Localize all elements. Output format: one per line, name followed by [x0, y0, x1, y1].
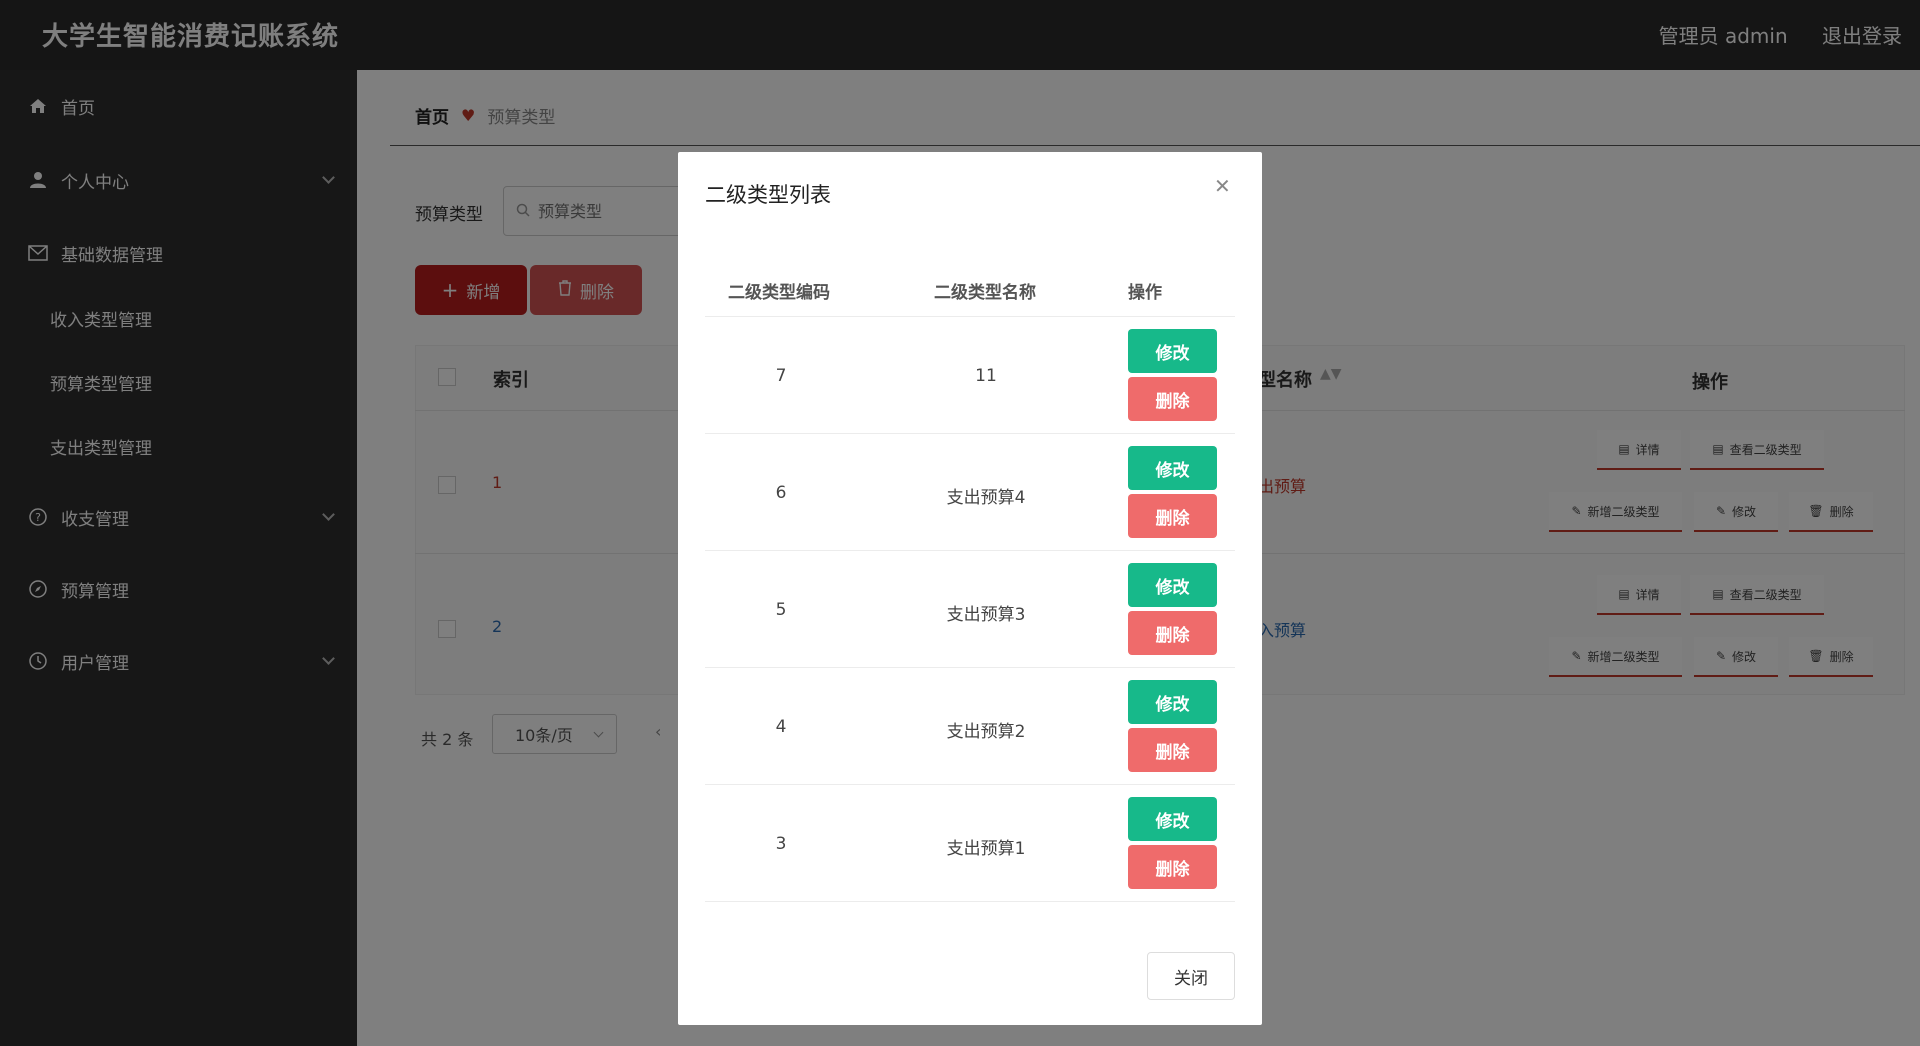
row-divider: [705, 433, 1235, 434]
sub-type-code: 7: [775, 366, 787, 386]
sub-type-code: 5: [775, 600, 787, 620]
row-divider: [705, 667, 1235, 668]
column-header-ops: 操作: [1128, 283, 1162, 303]
row-divider: [705, 784, 1235, 785]
sub-type-list-dialog: 二级类型列表 ✕ 二级类型编码 二级类型名称 操作 7 11 修改 删除 6 支…: [678, 152, 1262, 1025]
close-button[interactable]: 关闭: [1147, 952, 1235, 1000]
edit-button[interactable]: 修改: [1128, 563, 1217, 607]
edit-button[interactable]: 修改: [1128, 680, 1217, 724]
sub-type-code: 3: [775, 834, 787, 854]
sub-type-name: 支出预算3: [946, 605, 1026, 625]
edit-button[interactable]: 修改: [1128, 797, 1217, 841]
row-divider: [705, 316, 1235, 317]
sub-type-code: 6: [775, 483, 787, 503]
column-header-name: 二级类型名称: [934, 283, 1036, 303]
dialog-title: 二级类型列表: [705, 183, 831, 207]
sub-type-name: 支出预算4: [946, 488, 1026, 508]
delete-button[interactable]: 删除: [1128, 611, 1217, 655]
edit-button[interactable]: 修改: [1128, 446, 1217, 490]
sub-type-code: 4: [775, 717, 787, 737]
delete-button[interactable]: 删除: [1128, 845, 1217, 889]
close-icon[interactable]: ✕: [1214, 174, 1231, 198]
sub-type-name: 11: [975, 366, 997, 386]
column-header-code: 二级类型编码: [728, 283, 830, 303]
sub-type-name: 支出预算2: [946, 722, 1026, 742]
delete-button[interactable]: 删除: [1128, 728, 1217, 772]
sub-type-name: 支出预算1: [946, 839, 1026, 859]
row-divider: [705, 901, 1235, 902]
row-divider: [705, 550, 1235, 551]
delete-button[interactable]: 删除: [1128, 377, 1217, 421]
edit-button[interactable]: 修改: [1128, 329, 1217, 373]
delete-button[interactable]: 删除: [1128, 494, 1217, 538]
